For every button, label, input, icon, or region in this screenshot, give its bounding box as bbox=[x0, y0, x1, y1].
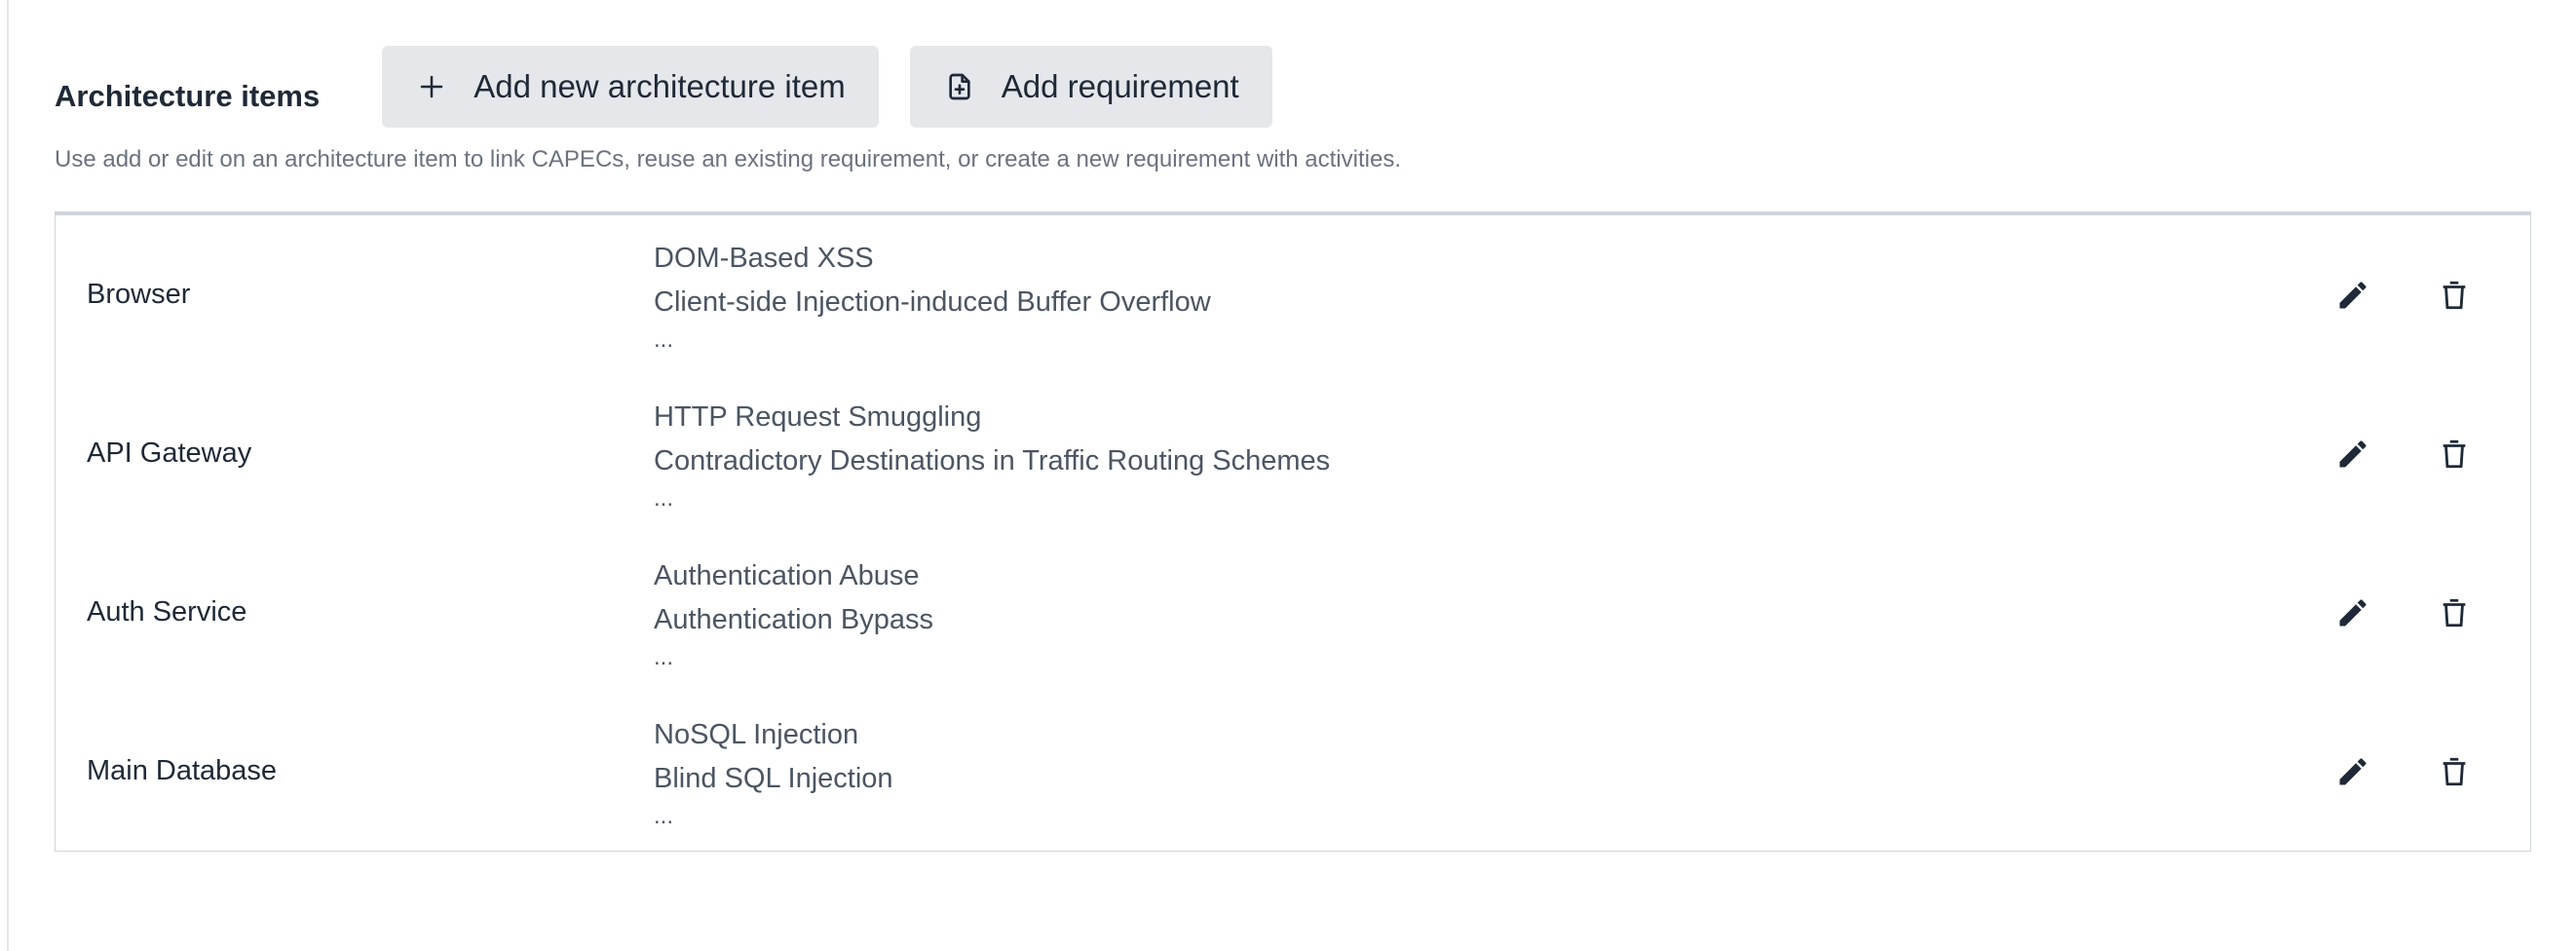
capec-item: Client-side Injection-induced Buffer Ove… bbox=[654, 286, 1211, 318]
edit-button[interactable] bbox=[2333, 276, 2372, 315]
pencil-icon bbox=[2339, 758, 2367, 785]
capec-more: ... bbox=[654, 803, 674, 829]
table-row: Browser DOM-Based XSS Client-side Inject… bbox=[56, 215, 2530, 374]
edit-button[interactable] bbox=[2333, 593, 2372, 632]
pencil-icon bbox=[2339, 282, 2367, 309]
capec-item: Contradictory Destinations in Traffic Ro… bbox=[654, 445, 1331, 476]
capec-more: ... bbox=[654, 485, 674, 512]
table-row: Auth Service Authentication Abuse Authen… bbox=[56, 533, 2530, 692]
section-hint: Use add or edit on an architecture item … bbox=[55, 146, 1401, 172]
capec-more: ... bbox=[654, 644, 674, 670]
left-divider bbox=[7, 0, 9, 951]
trash-icon bbox=[2443, 439, 2466, 469]
table-row: API Gateway HTTP Request Smuggling Contr… bbox=[56, 374, 2530, 533]
add-architecture-item-button[interactable]: Add new architecture item bbox=[382, 46, 879, 128]
capec-item: Blind SQL Injection bbox=[654, 763, 893, 794]
edit-button[interactable] bbox=[2333, 752, 2372, 791]
add-architecture-item-label: Add new architecture item bbox=[474, 68, 846, 104]
capec-list: HTTP Request Smuggling Contradictory Des… bbox=[654, 396, 1330, 518]
delete-button[interactable] bbox=[2435, 435, 2474, 474]
capec-list: DOM-Based XSS Client-side Injection-indu… bbox=[654, 237, 1211, 360]
trash-icon bbox=[2443, 757, 2466, 786]
section-title: Architecture items bbox=[55, 79, 321, 113]
pencil-icon bbox=[2339, 440, 2367, 468]
trash-icon bbox=[2443, 281, 2466, 310]
delete-button[interactable] bbox=[2435, 276, 2474, 315]
trash-icon bbox=[2443, 598, 2466, 628]
add-requirement-label: Add requirement bbox=[1001, 68, 1239, 104]
capec-list: Authentication Abuse Authentication Bypa… bbox=[654, 554, 933, 677]
capec-item: NoSQL Injection bbox=[654, 719, 859, 750]
edit-button[interactable] bbox=[2333, 435, 2372, 474]
delete-button[interactable] bbox=[2435, 593, 2474, 632]
capec-item: Authentication Abuse bbox=[654, 560, 920, 591]
pencil-icon bbox=[2339, 599, 2367, 627]
capec-item: Authentication Bypass bbox=[654, 604, 933, 635]
add-requirement-button[interactable]: Add requirement bbox=[909, 46, 1272, 128]
architecture-item-name: API Gateway bbox=[87, 437, 252, 469]
capec-item: DOM-Based XSS bbox=[654, 243, 874, 274]
architecture-item-name: Main Database bbox=[87, 755, 278, 786]
capec-item: HTTP Request Smuggling bbox=[654, 401, 982, 433]
plus-icon bbox=[415, 70, 448, 103]
table-row: Main Database NoSQL Injection Blind SQL … bbox=[56, 692, 2530, 851]
architecture-item-name: Auth Service bbox=[87, 596, 247, 628]
capec-list: NoSQL Injection Blind SQL Injection ... bbox=[654, 713, 893, 836]
architecture-items-table: Browser DOM-Based XSS Client-side Inject… bbox=[55, 211, 2531, 852]
file-plus-icon bbox=[943, 70, 976, 103]
delete-button[interactable] bbox=[2435, 752, 2474, 791]
page: Architecture items Add new architecture … bbox=[0, 0, 2576, 951]
section-header: Architecture items Add new architecture … bbox=[55, 46, 1304, 128]
architecture-item-name: Browser bbox=[87, 279, 191, 310]
capec-more: ... bbox=[654, 326, 674, 353]
